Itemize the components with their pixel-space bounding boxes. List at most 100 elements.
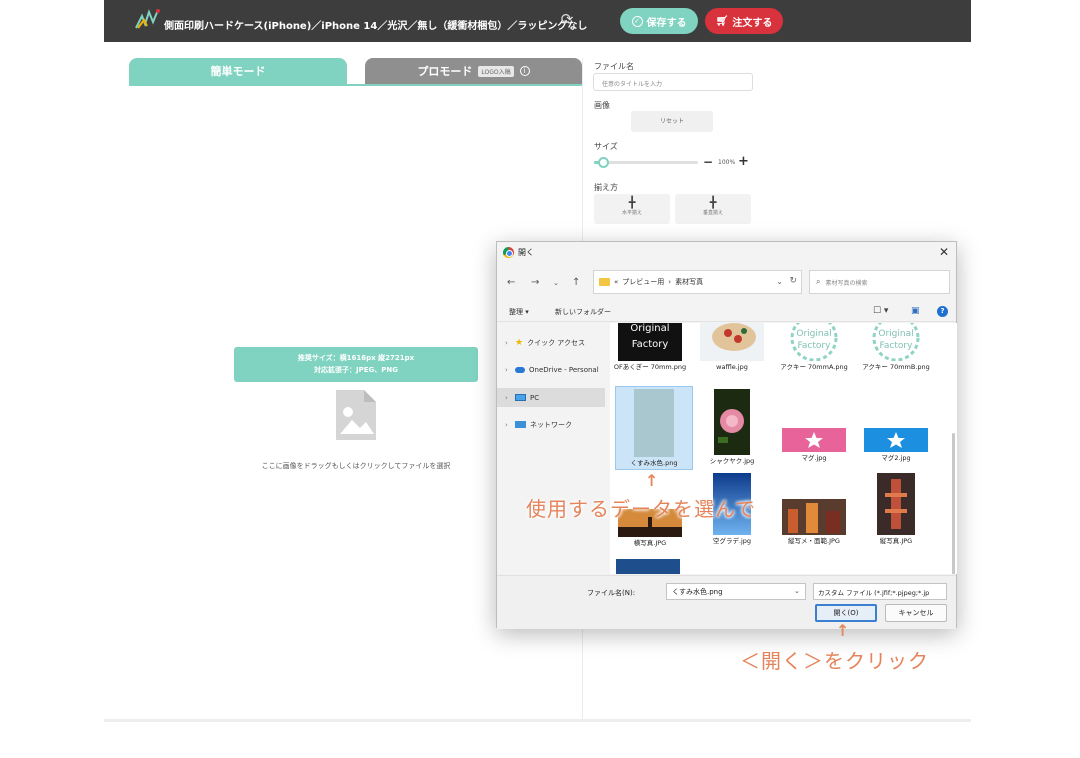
drop-zone-text[interactable]: ここに画像をドラッグもしくはクリックしてファイルを選択 [228,461,484,471]
align-horizontal-icon: ╋ [628,196,636,209]
nav-item-network[interactable]: › ネットワーク [497,415,605,434]
search-icon: ⌕ [816,277,821,286]
breadcrumb-3[interactable]: 素材写真 [675,277,703,287]
refresh-icon[interactable]: ⟳ [558,10,576,28]
refresh-icon[interactable]: ↻ [789,276,797,286]
chevron-down-icon[interactable]: ⌄ [794,587,800,595]
recommend-ext-text: 対応拡張子：JPEG、PNG [314,366,398,374]
align-horizontal-label: 水平揃え [621,210,642,216]
reset-button[interactable]: リセット [631,111,713,132]
file-name: アクキー 70mmB.png [862,363,930,371]
nav-item-label: ネットワーク [530,420,572,429]
file-item[interactable]: マグ2.jpg [858,428,934,463]
cancel-button[interactable]: キャンセル [885,604,947,622]
file-name-input[interactable]: 任意のタイトルを入力 [593,73,753,91]
align-label: 揃え方 [594,183,618,192]
file-name-label: ファイル名 [594,62,634,71]
dialog-titlebar[interactable]: 開く ✕ [497,242,956,264]
zoom-value: 100% [718,159,736,166]
align-horizontal-button[interactable]: ╋ 水平揃え [594,194,670,224]
filename-input[interactable]: くすみ水色.png [666,583,806,600]
tab-easy-label: 簡単モード [210,65,266,78]
file-thumbnail-pink-star [782,428,846,452]
navigation-pane: › ★ クイック アクセス › OneDrive - Personal › PC… [497,323,609,575]
file-item[interactable]: くすみ水色.png [615,386,693,470]
breadcrumb-1[interactable]: プレビュー用 [622,277,664,287]
order-button[interactable]: 🛒︎ 注文する [705,8,783,34]
file-name: くすみ水色.png [630,459,678,467]
nav-item-quick-access[interactable]: › ★ クイック アクセス [497,333,605,352]
file-thumbnail-partial[interactable] [616,559,680,574]
file-name: アクキー 70mmA.png [780,363,848,371]
address-bar[interactable]: « プレビュー用 › 素材写真 ⌄ ↻ [593,270,802,294]
info-icon[interactable]: i [519,66,530,76]
zoom-in-button[interactable]: + [738,154,749,169]
file-item[interactable]: 縦写真.JPG [858,473,934,546]
brand-logo[interactable] [134,8,162,30]
recommend-info-box: 推奨サイズ：横1616px 縦2721px 対応拡張子：JPEG、PNG [234,347,478,382]
new-folder-button[interactable]: 新しいフォルダー [555,307,611,317]
file-item[interactable]: マグ.jpg [776,428,852,463]
app-window: 側面印刷ハードケース(iPhone)／iPhone 14／光沢／無し（緩衝材梱包… [0,0,1080,758]
file-item[interactable]: Original Factory OFあくぎー 70mm.png [612,323,688,372]
pc-icon [515,394,526,401]
network-icon [515,421,526,428]
file-item[interactable]: シャクヤク.jpg [694,389,770,466]
chevron-down-icon[interactable]: ⌄ [776,277,783,286]
search-input[interactable]: ⌕ 素材写真の検索 [809,270,950,294]
file-name: シャクヤク.jpg [709,457,755,465]
zoom-out-button[interactable]: − [703,155,713,169]
file-thumbnail-tower [877,473,915,535]
nav-item-pc[interactable]: › PC [497,388,605,407]
back-arrow-icon[interactable]: ← [507,277,515,288]
preview-pane-icon[interactable]: ▣ [911,306,920,316]
chevron-right-icon[interactable]: › [505,421,511,429]
up-arrow-icon[interactable]: ↑ [572,277,580,288]
annotation-click-text: ＜開く＞をクリック [740,649,929,673]
annotation-arrow-up: ↑ [645,471,659,490]
chevron-right-icon[interactable]: › [505,394,511,402]
forward-arrow-icon[interactable]: → [531,277,539,288]
tab-pro-mode[interactable]: プロモード LOGO入稿 i [365,58,582,84]
view-options-icon[interactable]: ☐ ▾ [873,306,888,316]
file-item[interactable]: waffle.jpg [694,323,770,372]
tab-easy-mode[interactable]: 簡単モード [129,58,347,84]
file-thumbnail-of-black: Original Factory [618,323,682,361]
svg-text:Factory: Factory [798,341,832,351]
file-type-select[interactable]: カスタム ファイル (*.jfif;*.pjpeg;*.jp [813,583,947,600]
file-thumbnail-acrylic-b: Original Factory [864,323,928,361]
file-list-scrollbar[interactable] [952,433,955,574]
save-button-label: 保存する [646,17,687,29]
file-thumbnail-acrylic-a: Original Factory [782,323,846,361]
cart-icon: 🛒︎ [715,15,729,27]
file-item[interactable]: Original Factory アクキー 70mmA.png [776,323,852,372]
file-thumbnail-waffle [700,323,764,361]
open-button[interactable]: 開く(O) [815,604,877,622]
organize-button[interactable]: 整理 ▾ [509,307,529,317]
align-vertical-label: 垂直揃え [702,210,723,216]
annotation-arrow-up: ↑ [836,621,850,640]
filename-label: ファイル名(N): [587,589,636,597]
recommend-size-text: 推奨サイズ：横1616px 縦2721px [297,354,415,362]
nav-item-onedrive[interactable]: › OneDrive - Personal [497,360,605,379]
star-icon: ★ [515,337,524,348]
save-button[interactable]: ✓ 保存する [620,8,698,34]
recent-dropdown-icon[interactable]: ⌄ [553,279,559,287]
close-icon[interactable]: ✕ [939,245,949,259]
annotation-select-text: 使用するデータを選んで [526,497,756,521]
file-thumbnail-flower [714,389,750,455]
file-item[interactable]: 縦写メ・面範.JPG [776,499,852,546]
file-name: OFあくぎー 70mm.png [613,363,687,371]
size-slider-handle[interactable] [598,157,609,168]
chevron-right-icon[interactable]: › [505,366,511,374]
chevron-right-icon[interactable]: › [505,339,511,347]
file-item[interactable]: Original Factory アクキー 70mmB.png [858,323,934,372]
image-placeholder-icon[interactable] [334,388,378,442]
size-slider[interactable] [594,161,698,164]
help-icon[interactable]: ? [937,306,948,317]
align-vertical-icon: ╋ [709,196,717,209]
file-name-row: ファイル名(N): くすみ水色.png ⌄ カスタム ファイル (*.jfif;… [497,575,956,629]
breadcrumb-0: « [614,278,619,286]
align-vertical-button[interactable]: ╋ 垂直揃え [675,194,751,224]
file-name: 空グラデ.jpg [712,537,752,545]
